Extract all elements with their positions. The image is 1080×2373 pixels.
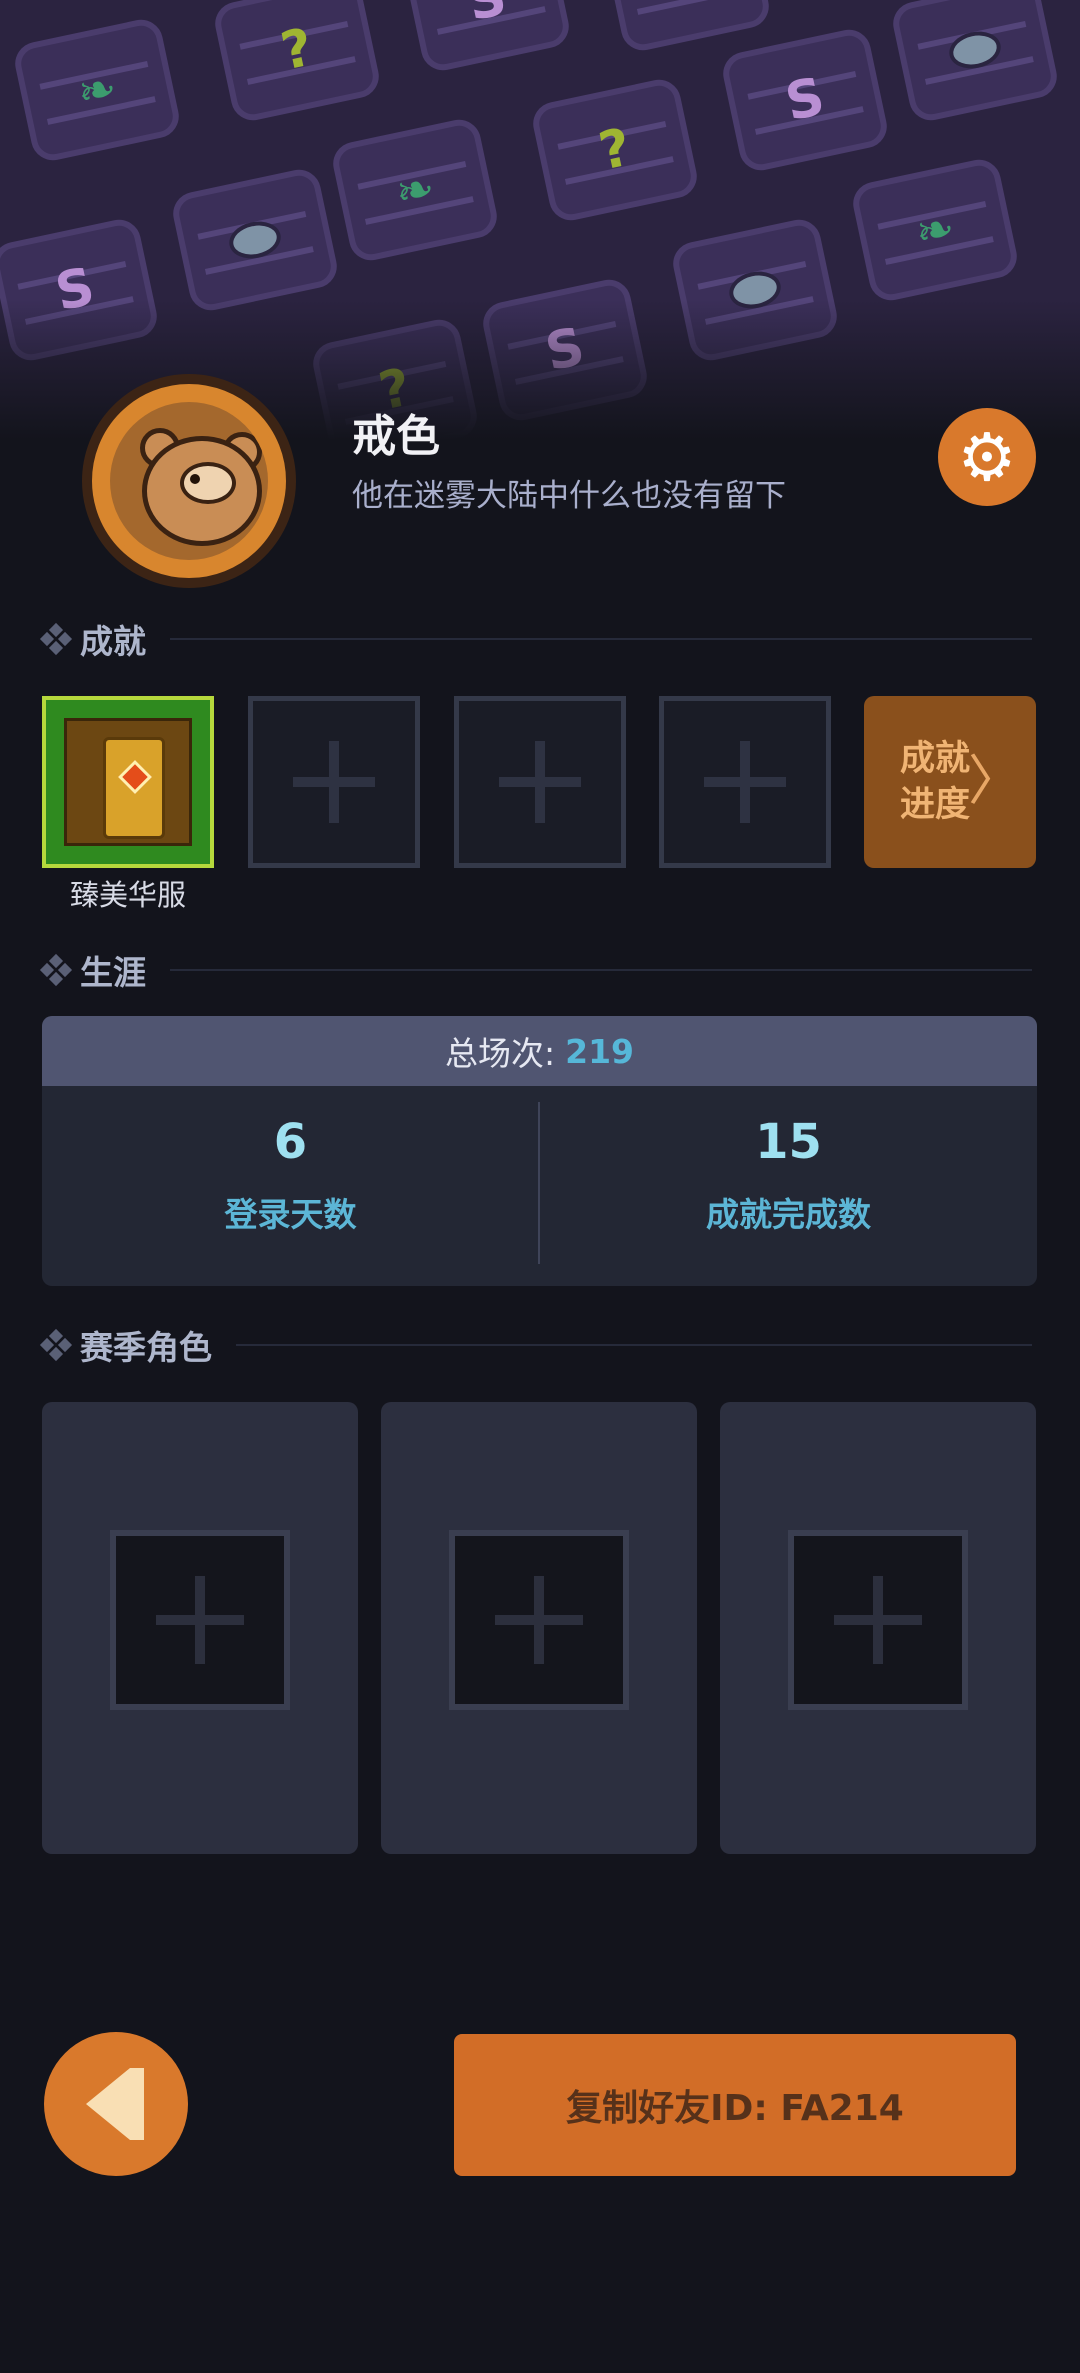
section-header-career: 生涯 [39, 945, 1032, 995]
achievement-slot-filled[interactable] [42, 696, 214, 868]
chest-pattern-icon: ? [211, 0, 383, 125]
role-slot-empty [110, 1530, 290, 1710]
stat-value: 6 [273, 1114, 308, 1170]
achievement-label: 臻美华服 [69, 878, 186, 912]
achievement-slot-empty[interactable] [454, 696, 626, 868]
total-matches-header: 总场次: 219 [42, 1016, 1037, 1086]
achievement-slot-empty[interactable] [248, 696, 420, 868]
chest-pattern-icon: ❧ [329, 115, 501, 265]
back-arrow-icon [86, 2068, 144, 2140]
robe-icon [64, 718, 192, 846]
total-matches-value: 219 [565, 1031, 634, 1071]
diamond-icon [39, 953, 73, 987]
divider [170, 638, 1032, 640]
profile-banner: ❧ ? S ? S ❧ S ❧ S ? [0, 0, 1080, 440]
achievement-progress-button[interactable]: 成就 进度 〉 [864, 696, 1036, 868]
section-header-season-roles: 赛季角色 [39, 1320, 1032, 1370]
chest-pattern-icon: ❧ [11, 15, 183, 165]
section-title-text: 生涯 [80, 953, 146, 992]
season-role-card[interactable] [381, 1402, 697, 1854]
avatar[interactable] [82, 374, 296, 588]
chest-pattern-icon [601, 0, 773, 55]
total-matches-label: 总场次: [444, 1034, 556, 1073]
chest-pattern-icon: ❧ [849, 155, 1021, 305]
section-header-achievements: 成就 [39, 614, 1032, 664]
stat-achievements-completed: 15 成就完成数 [540, 1086, 1037, 1286]
settings-button[interactable]: ⚙ [938, 408, 1036, 506]
chest-pattern-icon [669, 215, 841, 365]
season-role-card[interactable] [42, 1402, 358, 1854]
divider [170, 969, 1032, 971]
stat-label: 登录天数 [224, 1195, 357, 1234]
chest-pattern-icon: S [401, 0, 573, 75]
diamond-icon [39, 622, 73, 656]
career-panel: 总场次: 219 6 登录天数 15 成就完成数 [42, 1016, 1037, 1286]
season-role-card[interactable] [720, 1402, 1036, 1854]
role-slot-empty [788, 1530, 968, 1710]
copy-friend-id-button[interactable]: 复制好友ID: FA214 [454, 2034, 1016, 2176]
chest-pattern-icon [889, 0, 1061, 125]
section-title-text: 赛季角色 [80, 1328, 212, 1367]
chest-pattern-icon: S [719, 25, 891, 175]
username: 戒色 [352, 411, 440, 462]
back-button[interactable] [44, 2032, 188, 2176]
bear-avatar-icon [110, 402, 268, 560]
chest-pattern-icon: ? [529, 75, 701, 225]
divider [236, 1344, 1032, 1346]
chevron-right-icon: 〉 [968, 749, 1022, 812]
user-bio: 他在迷雾大陆中什么也没有留下 [352, 478, 786, 514]
stat-value: 15 [755, 1114, 822, 1170]
chest-pattern-icon [169, 165, 341, 315]
stat-label: 成就完成数 [706, 1195, 871, 1234]
achievement-slot-empty[interactable] [659, 696, 831, 868]
chest-pattern-icon: S [479, 275, 651, 425]
progress-label-line2: 进度 [900, 785, 971, 825]
role-slot-empty [449, 1530, 629, 1710]
section-title-text: 成就 [80, 622, 146, 661]
diamond-icon [39, 1328, 73, 1362]
stat-login-days: 6 登录天数 [42, 1086, 539, 1286]
progress-label-line1: 成就 [900, 739, 971, 779]
chest-pattern-icon: S [0, 215, 161, 365]
gear-icon: ⚙ [957, 420, 1017, 494]
